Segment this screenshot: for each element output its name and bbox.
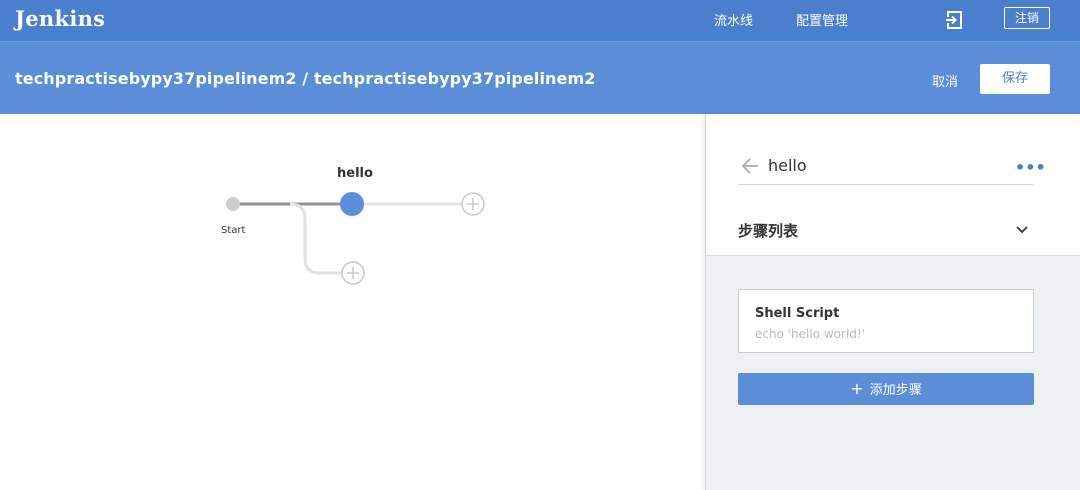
add-parallel-stage-icon[interactable] bbox=[341, 261, 365, 285]
steps-list-title: 步骤列表 bbox=[738, 222, 799, 240]
step-description: echo 'hello world!' bbox=[755, 327, 866, 341]
add-step-button[interactable]: + 添加步骤 bbox=[738, 373, 1034, 405]
plus-icon: + bbox=[850, 379, 864, 398]
cancel-button[interactable]: 取消 bbox=[932, 71, 958, 90]
start-label: Start bbox=[221, 225, 246, 236]
step-card-shell-script[interactable]: Shell Script echo 'hello world!' bbox=[738, 289, 1034, 353]
stage-name-value[interactable]: hello bbox=[768, 156, 807, 175]
breadcrumb: techpractisebypy37pipelinem2 / techpract… bbox=[15, 69, 596, 88]
editor-header: techpractisebypy37pipelinem2 / techpract… bbox=[0, 41, 1080, 114]
jenkins-logo[interactable]: Jenkins bbox=[15, 6, 105, 31]
panel-header: hello ••• 步骤列表 bbox=[706, 114, 1080, 256]
exit-icon[interactable] bbox=[944, 10, 964, 30]
step-name: Shell Script bbox=[755, 306, 840, 321]
logout-button[interactable]: 注销 bbox=[1004, 7, 1050, 29]
pipeline-canvas: hello Start bbox=[0, 114, 705, 490]
top-nav: Jenkins 流水线 配置管理 注销 bbox=[0, 0, 1080, 41]
stage-node-hello[interactable] bbox=[340, 192, 364, 216]
back-arrow-icon[interactable] bbox=[740, 156, 760, 176]
stage-label-hello[interactable]: hello bbox=[337, 166, 373, 181]
add-stage-icon[interactable] bbox=[461, 192, 485, 216]
connector-parallel-branch bbox=[289, 202, 342, 275]
save-button[interactable]: 保存 bbox=[980, 64, 1050, 94]
nav-pipelines-link[interactable]: 流水线 bbox=[714, 10, 753, 29]
add-step-label: 添加步骤 bbox=[869, 383, 922, 398]
stage-config-panel: hello ••• 步骤列表 Shell Script echo 'hello … bbox=[705, 114, 1080, 490]
nav-admin-link[interactable]: 配置管理 bbox=[796, 10, 848, 29]
more-options-icon[interactable]: ••• bbox=[1015, 158, 1046, 177]
start-node bbox=[226, 197, 240, 211]
chevron-down-icon[interactable] bbox=[1014, 222, 1030, 238]
